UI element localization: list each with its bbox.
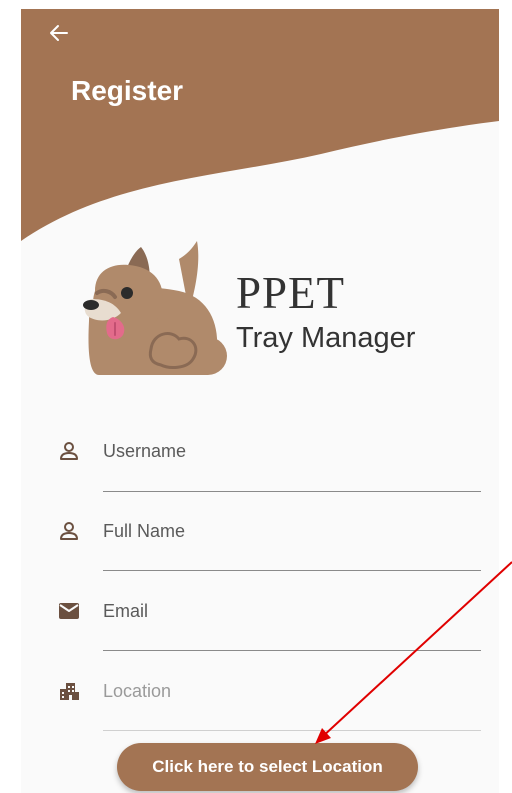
register-screen: Register PPET Tray Manager Username Full… xyxy=(21,9,499,793)
dog-icon xyxy=(83,241,227,375)
location-input: Location xyxy=(103,681,172,701)
underline xyxy=(103,570,481,571)
person-icon xyxy=(60,442,78,460)
header-background xyxy=(21,9,499,241)
brand-subtitle: Tray Manager xyxy=(236,322,416,354)
location-field: Location xyxy=(51,671,481,741)
username-input[interactable]: Username xyxy=(103,441,186,462)
brand-title: PPET xyxy=(236,268,346,318)
back-button[interactable] xyxy=(43,17,75,49)
full-name-input[interactable]: Full Name xyxy=(103,521,185,542)
arrow-left-icon xyxy=(50,25,68,41)
email-field[interactable]: Email xyxy=(51,591,481,661)
person-icon xyxy=(60,522,78,540)
username-field[interactable]: Username xyxy=(51,431,481,501)
underline xyxy=(103,730,481,731)
underline xyxy=(103,491,481,492)
underline xyxy=(103,650,481,651)
page-title: Register xyxy=(71,75,184,106)
email-input[interactable]: Email xyxy=(103,601,148,622)
select-location-button[interactable]: Click here to select Location xyxy=(117,743,418,791)
building-icon xyxy=(60,683,79,700)
full-name-field[interactable]: Full Name xyxy=(51,511,481,581)
mail-icon xyxy=(59,603,79,619)
